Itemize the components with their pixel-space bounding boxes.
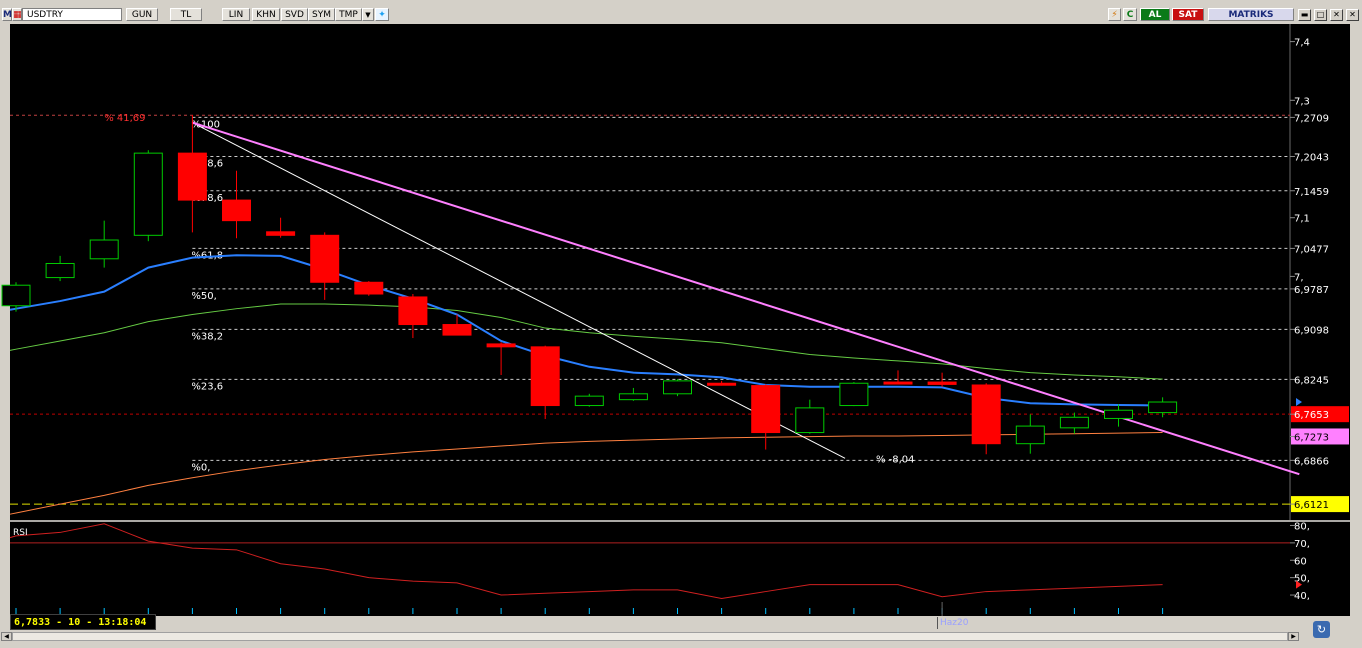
candle-body-5: [222, 199, 251, 222]
price-label-9: 6,6866: [1294, 456, 1329, 467]
toolbar: M ▦ USDTRY GUN TL LIN KHN SVD SYM TMP ▼ …: [0, 0, 1362, 25]
maximize-button[interactable]: □: [1314, 9, 1327, 21]
fib-label-6: %23,6: [191, 381, 223, 392]
price-label-5: 6,9098: [1294, 325, 1329, 336]
close-window-button[interactable]: ✕: [1346, 9, 1359, 21]
price-label-8: 6,7273: [1294, 432, 1329, 443]
refresh-icon[interactable]: ↻: [1313, 621, 1330, 638]
candle-body-11: [486, 343, 516, 348]
price-label-7: 6,7653: [1294, 410, 1329, 421]
scroll-right-arrow[interactable]: ▶: [1288, 632, 1299, 641]
candle-body-15: [663, 380, 692, 395]
close-button[interactable]: ✕: [1330, 9, 1343, 21]
sell-button[interactable]: SAT: [1172, 8, 1204, 21]
candle-body-12: [530, 346, 560, 407]
rsi-tick-label-0: 80,: [1294, 521, 1310, 532]
scale-button[interactable]: LIN: [222, 8, 250, 21]
price-readout: 6,7833 - 10 - 13:18:04: [10, 614, 156, 630]
candle-body-10: [442, 324, 472, 336]
dropdown-arrow-icon[interactable]: ▼: [362, 8, 374, 21]
candle-body-1: [45, 262, 75, 279]
template-button[interactable]: TMP: [335, 8, 362, 21]
symbol-input[interactable]: USDTRY: [22, 8, 122, 21]
price-label-10: 6,6121: [1294, 500, 1329, 511]
candle-body-25: [1104, 409, 1133, 419]
horizontal-scrollbar[interactable]: [12, 632, 1288, 641]
c-button[interactable]: C: [1123, 8, 1137, 21]
candle-body-2: [89, 239, 119, 260]
fib-label-0: %100: [191, 119, 220, 130]
candle-body-20: [883, 381, 913, 385]
candle-body-16: [707, 382, 737, 386]
period-button[interactable]: GUN: [126, 8, 158, 21]
candle-body-26: [1148, 401, 1178, 414]
x-axis-date-label: Haz20: [937, 617, 968, 629]
currency-button[interactable]: TL: [170, 8, 202, 21]
annotation-1: % -8,04: [876, 454, 915, 465]
save-button[interactable]: SVD: [281, 8, 308, 21]
price-chart[interactable]: %100%88,6%78,6%61,8%50,%38,2%23,6%0, % 4…: [0, 24, 1362, 630]
rsi-tick-label-2: 60: [1294, 556, 1307, 567]
price-label-0: 7,2709: [1294, 113, 1329, 124]
candle-body-7: [310, 234, 340, 283]
candle-body-3: [133, 152, 163, 236]
price-label-3: 7,0477: [1294, 244, 1329, 255]
rsi-label: RSI: [13, 528, 28, 538]
candle-body-24: [1059, 416, 1089, 429]
candle-button[interactable]: KHN: [252, 8, 280, 21]
candle-body-23: [1015, 425, 1045, 445]
annotation-0: % 41,69: [104, 113, 145, 124]
fib-label-7: %0,: [191, 462, 210, 473]
candle-body-6: [266, 231, 296, 236]
scroll-left-arrow[interactable]: ◀: [1, 632, 12, 641]
symbol-button[interactable]: SYM: [308, 8, 335, 21]
candle-body-4: [177, 152, 207, 201]
fib-label-5: %38,2: [191, 331, 223, 342]
price-label-6: 6,8245: [1294, 375, 1329, 386]
y-tick-label-1: 7,3: [1294, 96, 1310, 107]
price-label-2: 7,1459: [1294, 187, 1329, 198]
candle-body-22: [971, 384, 1001, 445]
main-panel: [10, 24, 1290, 520]
candle-body-21: [927, 381, 957, 385]
candle-body-0: [1, 284, 31, 307]
twitter-icon[interactable]: ✦: [375, 8, 389, 21]
candle-body-18: [795, 407, 825, 434]
candle-body-8: [354, 281, 384, 295]
minimize-button[interactable]: ▬: [1298, 9, 1311, 21]
chart-type-icon[interactable]: ▦: [12, 8, 22, 21]
brand-logo: MATRIKS: [1208, 8, 1294, 21]
indicator-icon[interactable]: ⚡: [1108, 8, 1121, 21]
buy-button[interactable]: AL: [1140, 8, 1170, 21]
candle-body-9: [398, 296, 428, 326]
rsi-tick-label-1: 70,: [1294, 539, 1310, 550]
candle-body-13: [574, 395, 604, 407]
candle-body-14: [618, 393, 648, 401]
price-label-1: 7,2043: [1294, 152, 1329, 163]
fib-label-4: %50,: [191, 291, 216, 302]
y-tick-label-3: 7,: [1294, 272, 1304, 283]
price-label-4: 6,9787: [1294, 285, 1329, 296]
rsi-tick-label-4: 40,: [1294, 591, 1310, 602]
time-axis-panel: [10, 602, 1350, 616]
y-tick-label-2: 7,1: [1294, 214, 1310, 225]
candle-body-19: [839, 382, 869, 407]
candle-body-17: [751, 385, 781, 434]
logo-button[interactable]: M: [2, 8, 12, 21]
y-tick-label-0: 7,4: [1294, 38, 1310, 49]
